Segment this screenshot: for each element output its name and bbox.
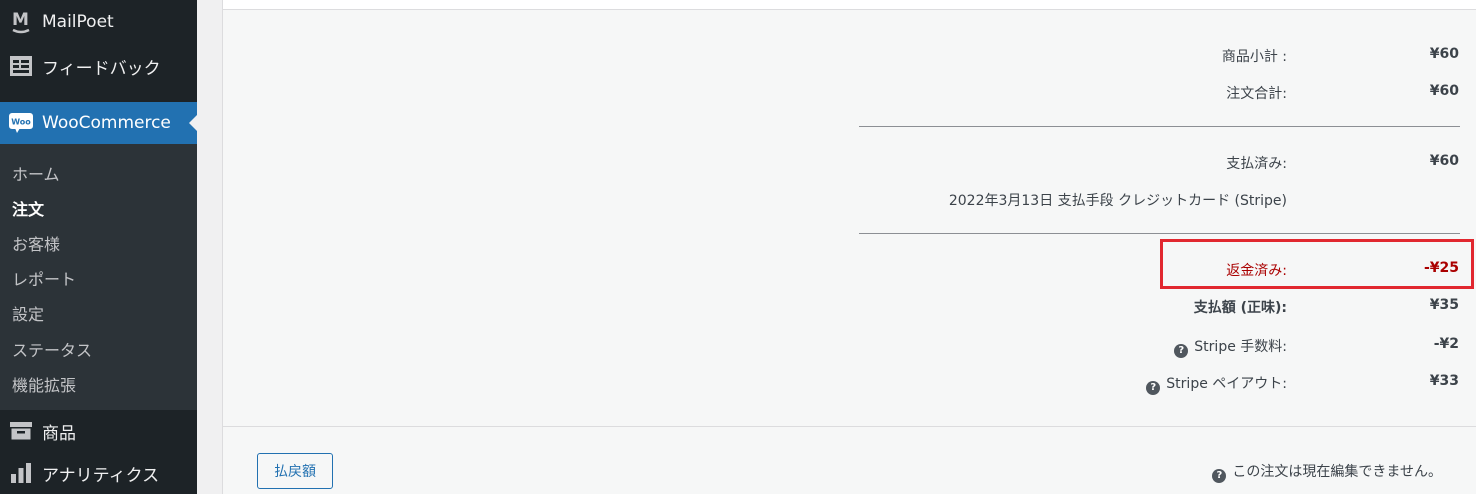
menu-label-products: 商品: [42, 423, 76, 444]
paid-value: ¥60: [1429, 153, 1459, 169]
order-total-value: ¥60: [1429, 83, 1459, 99]
submenu-item-extensions[interactable]: 機能拡張: [12, 372, 76, 396]
items-table-bottom: [223, 0, 1476, 10]
help-icon[interactable]: ?: [1174, 344, 1189, 358]
order-actions-bar: 払戻額 ? この注文は現在編集できません。: [223, 426, 1476, 494]
paid-label: 支払済み:: [1226, 156, 1287, 172]
not-editable-notice: ? この注文は現在編集できません。: [1212, 461, 1442, 483]
menu-item-mailpoet[interactable]: M MailPoet: [0, 4, 197, 40]
feedback-icon: [0, 56, 42, 76]
payment-meta: 2022年3月13日 支払手段 クレジットカード (Stripe): [948, 193, 1287, 209]
menu-label-feedback: フィードバック: [42, 58, 161, 79]
submenu-item-settings[interactable]: 設定: [12, 301, 44, 325]
stripe-payout-text: Stripe ペイアウト:: [1166, 376, 1287, 392]
stripe-fee-label: ? Stripe 手数料:: [1174, 336, 1287, 358]
menu-label-woocommerce: WooCommerce: [42, 113, 171, 133]
refunded-label: 返金済み:: [1226, 263, 1287, 279]
svg-text:M: M: [12, 10, 29, 30]
woocommerce-submenu: ホーム 注文 お客様 レポート 設定 ステータス 機能拡張: [0, 144, 197, 410]
submenu-item-home[interactable]: ホーム: [12, 161, 60, 185]
bar-chart-icon: [0, 463, 42, 483]
current-menu-arrow: [189, 115, 197, 131]
submenu-item-orders[interactable]: 注文: [12, 196, 44, 220]
submenu-item-reports[interactable]: レポート: [12, 266, 76, 290]
menu-item-products[interactable]: 商品: [0, 412, 197, 450]
not-editable-text: この注文は現在編集できません。: [1232, 464, 1442, 480]
stripe-payout-label: ? Stripe ペイアウト:: [1146, 373, 1287, 395]
mailpoet-icon: M: [0, 9, 42, 35]
help-icon[interactable]: ?: [1146, 381, 1161, 395]
woocommerce-icon: Woo: [0, 113, 42, 133]
menu-item-analytics[interactable]: アナリティクス: [0, 454, 197, 492]
menu-item-feedback[interactable]: フィードバック: [0, 46, 197, 86]
order-total-label: 注文合計:: [1226, 86, 1287, 102]
admin-sidebar: M MailPoet フィードバック Woo WooCommerce ホーム 注…: [0, 0, 197, 494]
totals-divider: [859, 126, 1460, 127]
stripe-payout-value: ¥33: [1429, 373, 1459, 389]
submenu-item-status[interactable]: ステータス: [12, 337, 92, 361]
help-icon[interactable]: ?: [1212, 469, 1227, 483]
menu-item-woocommerce[interactable]: Woo WooCommerce: [0, 102, 197, 144]
archive-icon: [0, 422, 42, 440]
totals-divider: [859, 233, 1460, 234]
submenu-item-customers[interactable]: お客様: [12, 231, 60, 255]
net-payment-label: 支払額 (正味):: [1193, 300, 1287, 316]
order-totals-panel: 商品小計 : ¥60 注文合計: ¥60 支払済み: ¥60 2022年3月13…: [222, 0, 1476, 494]
refund-button[interactable]: 払戻額: [257, 453, 333, 489]
woo-icon-text: Woo: [11, 118, 31, 127]
subtotal-value: ¥60: [1429, 46, 1459, 62]
menu-label-analytics: アナリティクス: [42, 465, 160, 486]
net-payment-value: ¥35: [1429, 297, 1459, 313]
menu-label-mailpoet: MailPoet: [42, 12, 114, 32]
subtotal-label: 商品小計 :: [1221, 49, 1287, 65]
refunded-value: -¥25: [1423, 260, 1459, 276]
stripe-fee-text: Stripe 手数料:: [1194, 339, 1287, 355]
stripe-fee-value: -¥2: [1433, 336, 1459, 352]
